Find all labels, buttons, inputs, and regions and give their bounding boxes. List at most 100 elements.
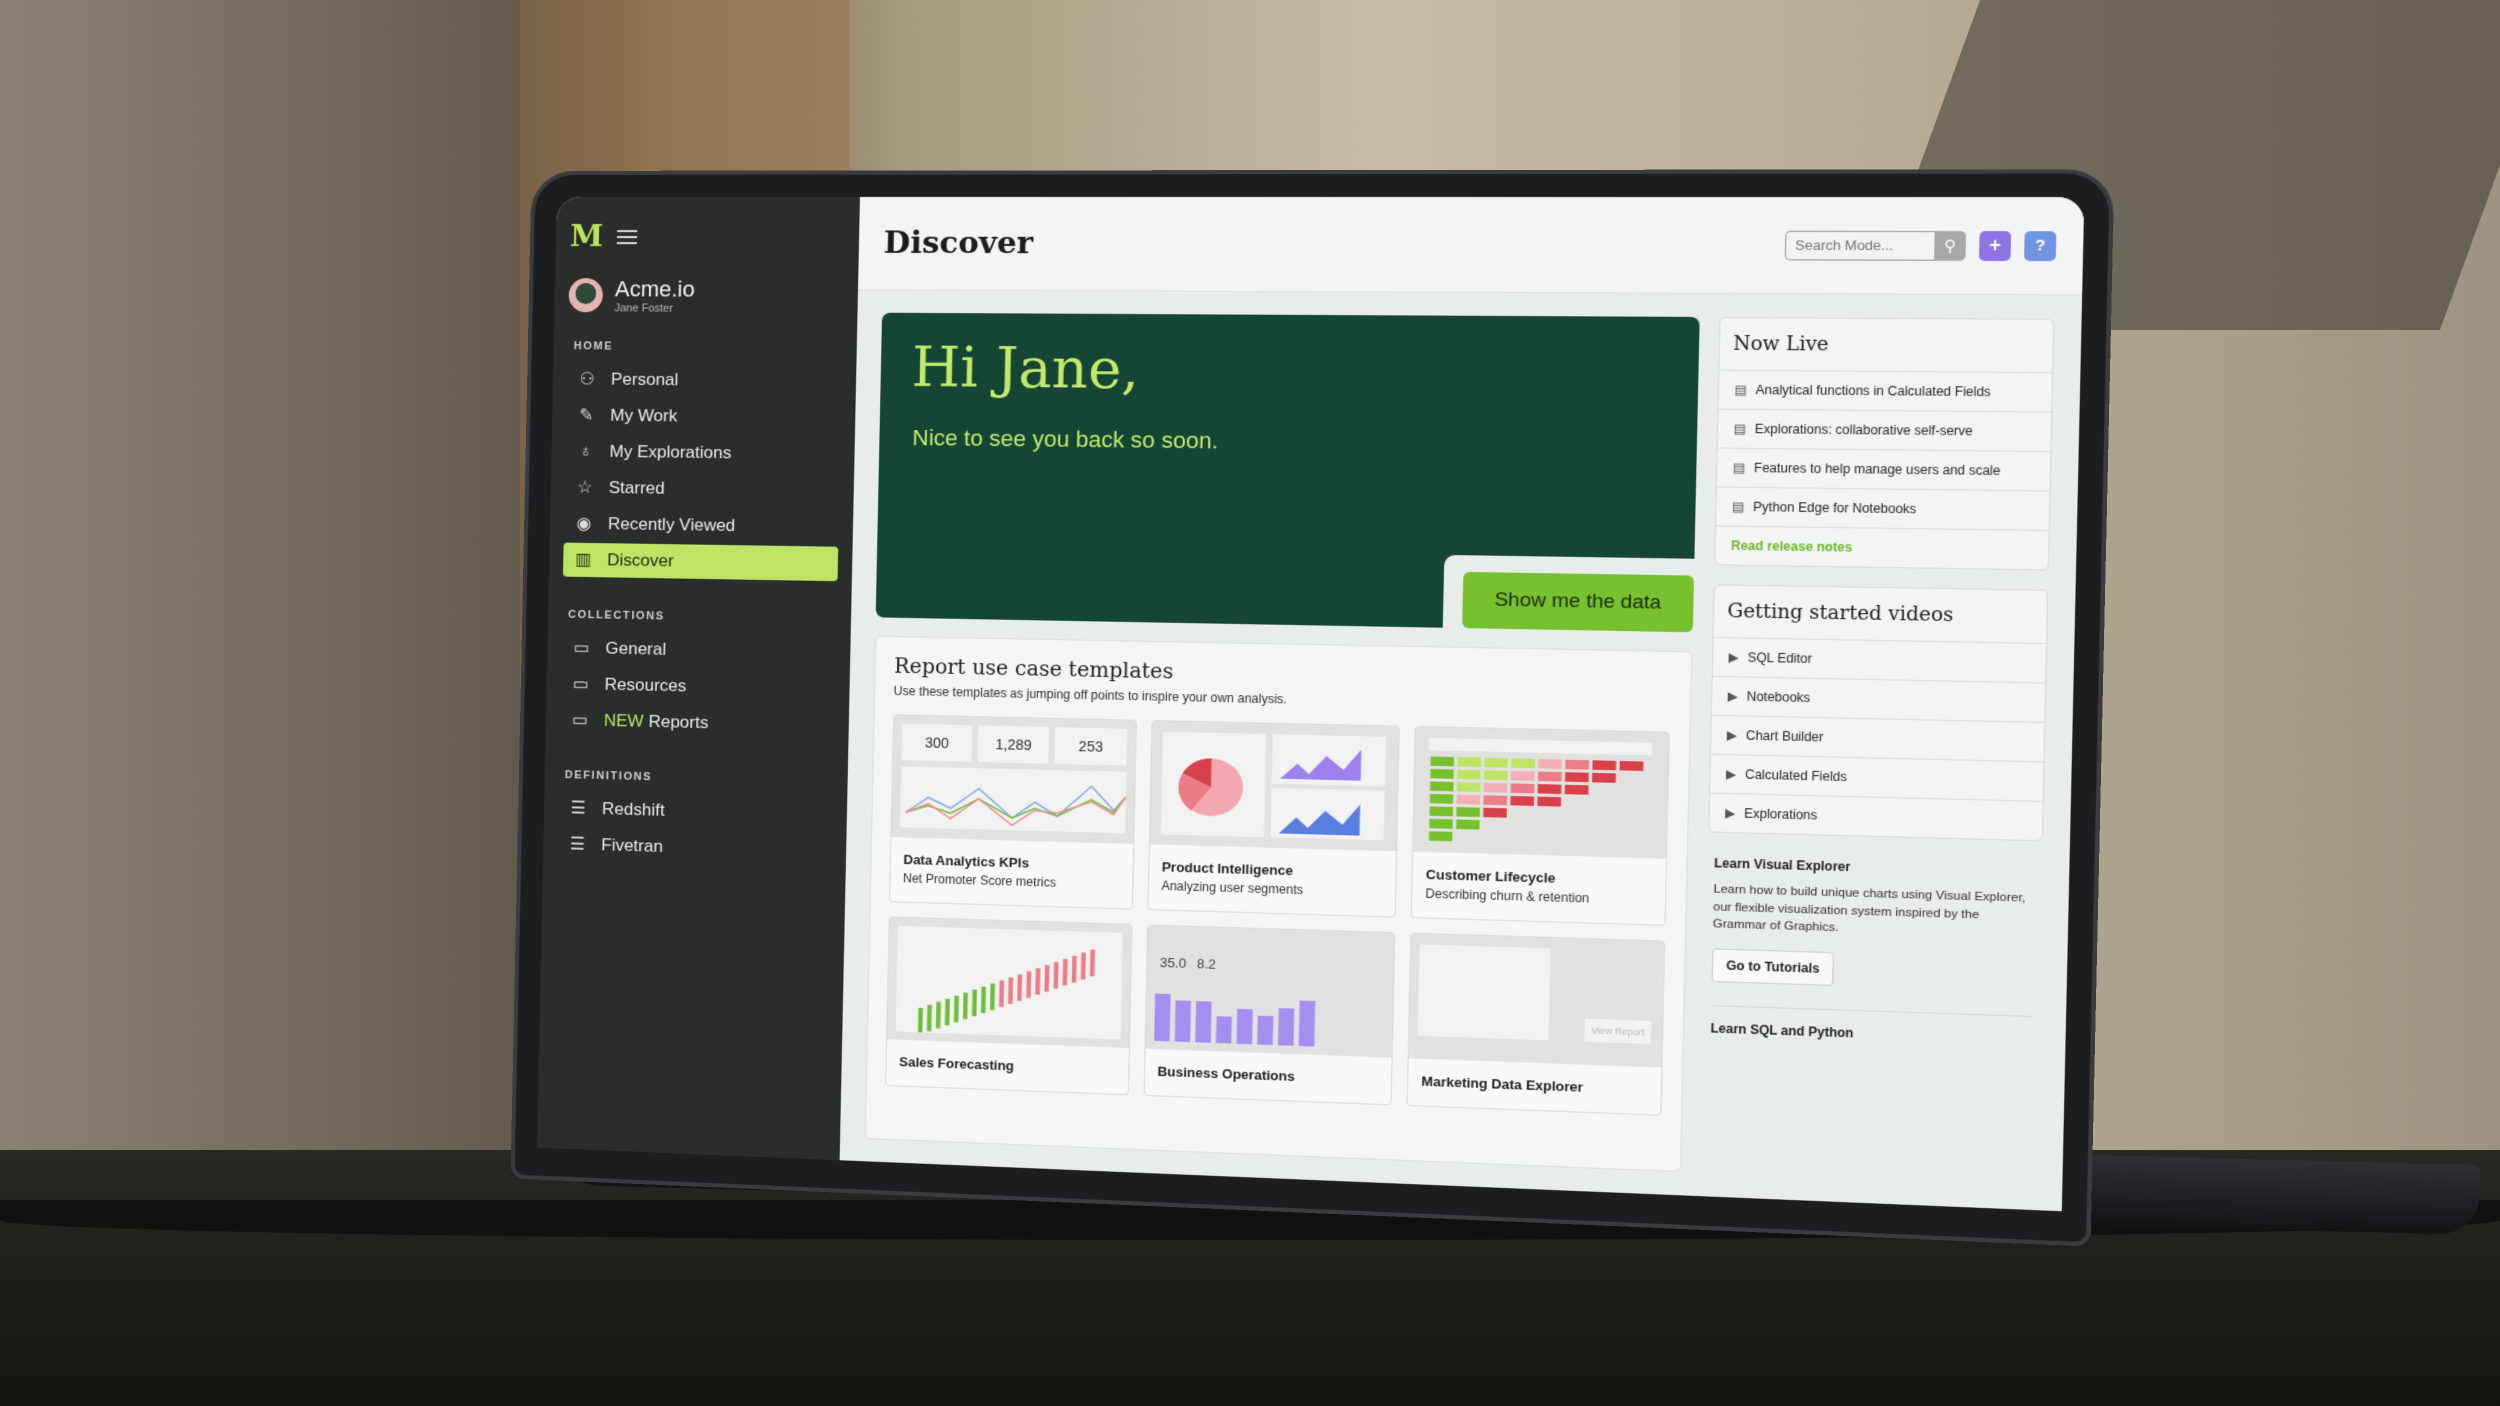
greeting: Hi Jane, bbox=[911, 335, 1141, 402]
sidebar-item-starred[interactable]: ☆ Starred bbox=[564, 470, 839, 508]
learn-sql-title: Learn SQL and Python bbox=[1710, 1020, 1854, 1041]
main-area: Discover ⚲ + ? Hi Jane, Nice to see you … bbox=[839, 196, 2085, 1212]
add-button[interactable]: + bbox=[1978, 230, 2012, 261]
sidebar-item-reports[interactable]: ▭ NEW Reports bbox=[560, 703, 835, 744]
sidebar: M Acme.io Jane Foster HOME ⚇ Personal ✎ … bbox=[537, 196, 860, 1161]
sidebar-item-label: Recently Viewed bbox=[607, 514, 736, 536]
table-thumbnail bbox=[1418, 944, 1551, 1041]
template-card-product[interactable]: Product Intelligence Analyzing user segm… bbox=[1147, 720, 1401, 918]
waterfall-bar bbox=[1017, 974, 1023, 1001]
ops-bar bbox=[1298, 1000, 1315, 1047]
cohort-cell bbox=[1457, 782, 1481, 793]
collection-icon: ▭ bbox=[572, 674, 589, 694]
pencil-icon: ✎ bbox=[578, 405, 594, 425]
logo[interactable]: M bbox=[570, 219, 604, 254]
template-name: Product Intelligence bbox=[1161, 859, 1294, 879]
sidebar-item-general[interactable]: ▭ General bbox=[561, 631, 836, 671]
cohort-cell bbox=[1538, 784, 1562, 795]
template-desc: Describing churn & retention bbox=[1425, 886, 1590, 906]
pie-area-thumbnail bbox=[1160, 731, 1386, 841]
welcome-banner: Hi Jane, Nice to see you back so soon. S… bbox=[875, 312, 1700, 633]
cohort-cell bbox=[1484, 770, 1508, 781]
sidebar-item-label: Personal bbox=[610, 369, 679, 390]
video-label: Chart Builder bbox=[1745, 728, 1824, 745]
play-icon: ▶ bbox=[1728, 649, 1739, 665]
cohort-cell bbox=[1619, 760, 1644, 771]
waterfall-bar bbox=[935, 1001, 941, 1029]
menu-icon[interactable] bbox=[617, 229, 638, 244]
cohort-heatmap-thumbnail bbox=[1428, 737, 1653, 842]
sidebar-item-discover[interactable]: ▥ Discover bbox=[562, 542, 839, 582]
sidebar-item-label: General bbox=[605, 638, 667, 659]
release-item[interactable]: ▤ Analytical functions in Calculated Fiel… bbox=[1718, 370, 2053, 413]
waterfall-bar bbox=[917, 1007, 923, 1035]
sidebar-item-personal[interactable]: ⚇ Personal bbox=[567, 362, 842, 398]
ops-bar bbox=[1194, 1001, 1212, 1043]
section-label-collections: COLLECTIONS bbox=[567, 608, 665, 623]
videos-card: Getting started videos ▶ SQL Editor ▶ Note… bbox=[1708, 584, 2049, 842]
waterfall-bar bbox=[1008, 977, 1014, 1005]
sidebar-item-label: Redshift bbox=[601, 799, 665, 820]
section-label-home: HOME bbox=[573, 340, 614, 353]
cohort-cell bbox=[1429, 818, 1454, 829]
waterfall-bar bbox=[944, 998, 950, 1026]
kpi-value: 8.2 bbox=[1196, 955, 1217, 972]
document-icon: ▤ bbox=[1731, 499, 1745, 515]
avatar bbox=[568, 278, 604, 313]
line-chart-thumbnail bbox=[899, 766, 1126, 834]
video-item[interactable]: ▶ SQL Editor bbox=[1712, 637, 2047, 684]
template-card-operations[interactable]: 35.0 8.2 Business Operations bbox=[1143, 924, 1396, 1106]
tutorials-button[interactable]: Go to Tutorials bbox=[1711, 948, 1835, 987]
app-window: M Acme.io Jane Foster HOME ⚇ Personal ✎ … bbox=[537, 196, 2085, 1212]
sidebar-item-label: Discover bbox=[607, 550, 674, 571]
release-notes-link[interactable]: Read release notes bbox=[1715, 526, 2048, 569]
cohort-cell bbox=[1537, 796, 1562, 807]
search-input[interactable] bbox=[1784, 230, 1935, 261]
template-card-lifecycle[interactable]: Customer Lifecycle Describing churn & re… bbox=[1411, 725, 1670, 926]
ops-bar bbox=[1277, 1008, 1294, 1046]
template-card-marketing[interactable]: View Report Marketing Data Explorer bbox=[1406, 932, 1666, 1116]
template-desc: Net Promoter Score metrics bbox=[902, 871, 1057, 890]
cohort-cell bbox=[1456, 807, 1481, 818]
waterfall-bar bbox=[926, 1004, 932, 1032]
sidebar-item-label: Fivetran bbox=[601, 835, 664, 857]
collection-icon: ▭ bbox=[573, 637, 590, 658]
play-icon: ▶ bbox=[1727, 688, 1739, 704]
sidebar-item-redshift[interactable]: ☰ Redshift bbox=[558, 791, 833, 833]
release-item[interactable]: ▤ Python Edge for Notebooks bbox=[1716, 487, 2050, 532]
template-card-sales[interactable]: Sales Forecasting bbox=[885, 916, 1133, 1096]
view-report-button: View Report bbox=[1584, 1018, 1652, 1045]
release-item-label: Python Edge for Notebooks bbox=[1753, 499, 1917, 517]
cohort-cell bbox=[1457, 757, 1482, 768]
release-item[interactable]: ▤ Explorations: collaborative self-serve bbox=[1717, 409, 2052, 453]
sidebar-item-resources[interactable]: ▭ Resources bbox=[560, 667, 835, 707]
release-item[interactable]: ▤ Features to help manage users and scale bbox=[1716, 448, 2051, 492]
new-badge: NEW bbox=[603, 710, 644, 731]
video-item[interactable]: ▶ Explorations bbox=[1709, 794, 2042, 841]
sidebar-item-recently-viewed[interactable]: ◉ Recently Viewed bbox=[564, 507, 839, 545]
template-card-kpis[interactable]: 300 1,289 253 Data Analytics KPIs Net Pr… bbox=[889, 714, 1137, 910]
show-data-button[interactable]: Show me the data bbox=[1462, 571, 1695, 633]
waterfall-bar bbox=[1080, 952, 1086, 980]
search-button[interactable]: ⚲ bbox=[1934, 230, 1967, 261]
cohort-cell bbox=[1592, 772, 1617, 783]
kpi-value: 300 bbox=[901, 723, 973, 762]
cohort-cell bbox=[1592, 760, 1617, 771]
waterfall-bar bbox=[1089, 949, 1095, 977]
video-label: Explorations bbox=[1743, 806, 1818, 823]
sidebar-item-fivetran[interactable]: ☰ Fivetran bbox=[557, 827, 832, 869]
sales-thumbnail bbox=[887, 917, 1132, 1049]
sidebar-item-my-work[interactable]: ✎ My Work bbox=[566, 398, 841, 435]
sidebar-item-label: Resources bbox=[604, 674, 687, 696]
org-switcher[interactable]: Acme.io Jane Foster bbox=[568, 276, 844, 316]
ops-bar bbox=[1236, 1008, 1253, 1045]
cohort-cell bbox=[1484, 782, 1508, 793]
waterfall-bar bbox=[1044, 965, 1050, 992]
user-name: Jane Foster bbox=[614, 302, 674, 315]
release-item-label: Analytical functions in Calculated Field… bbox=[1755, 382, 1992, 400]
cohort-cell bbox=[1510, 795, 1535, 806]
cohort-cell bbox=[1430, 756, 1455, 767]
help-button[interactable]: ? bbox=[2024, 230, 2057, 261]
sidebar-item-my-explorations[interactable]: ♁ My Explorations bbox=[565, 434, 840, 471]
database-icon: ☰ bbox=[569, 834, 586, 854]
